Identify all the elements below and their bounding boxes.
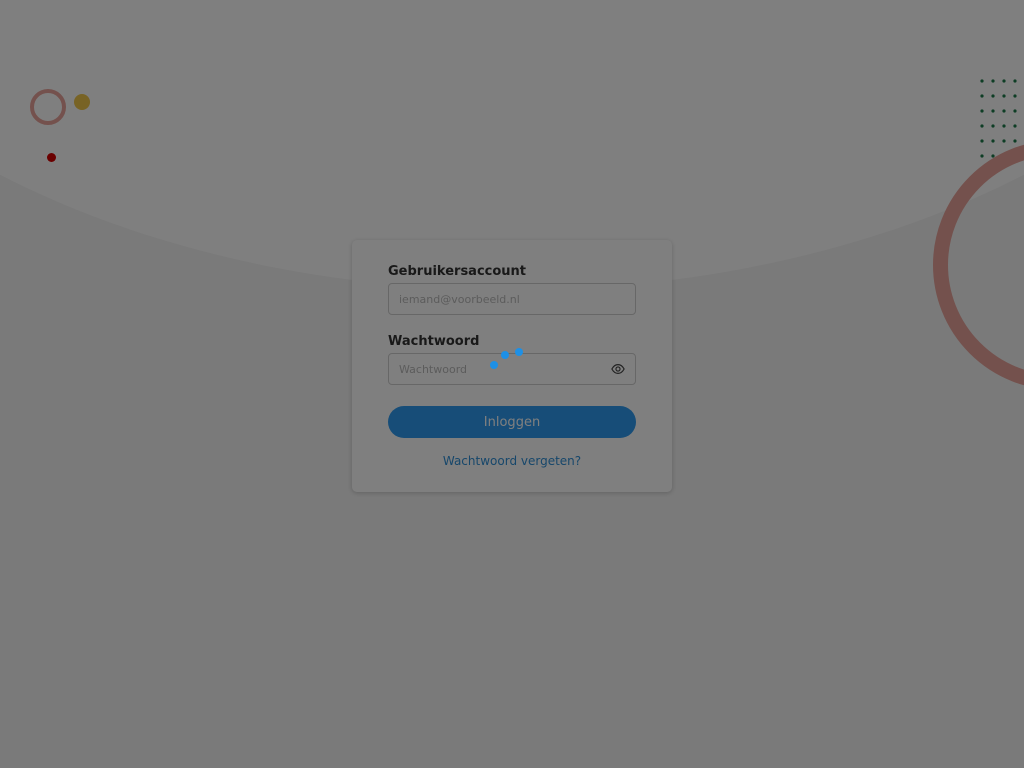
spinner-dot [490, 361, 498, 369]
spinner-dot [515, 348, 523, 356]
login-page: Gebruikersaccount Wachtwoord Inloggen Wa… [0, 0, 1024, 768]
loading-overlay [0, 0, 1024, 768]
spinner-dot [501, 351, 509, 359]
loading-spinner-icon [488, 347, 528, 371]
